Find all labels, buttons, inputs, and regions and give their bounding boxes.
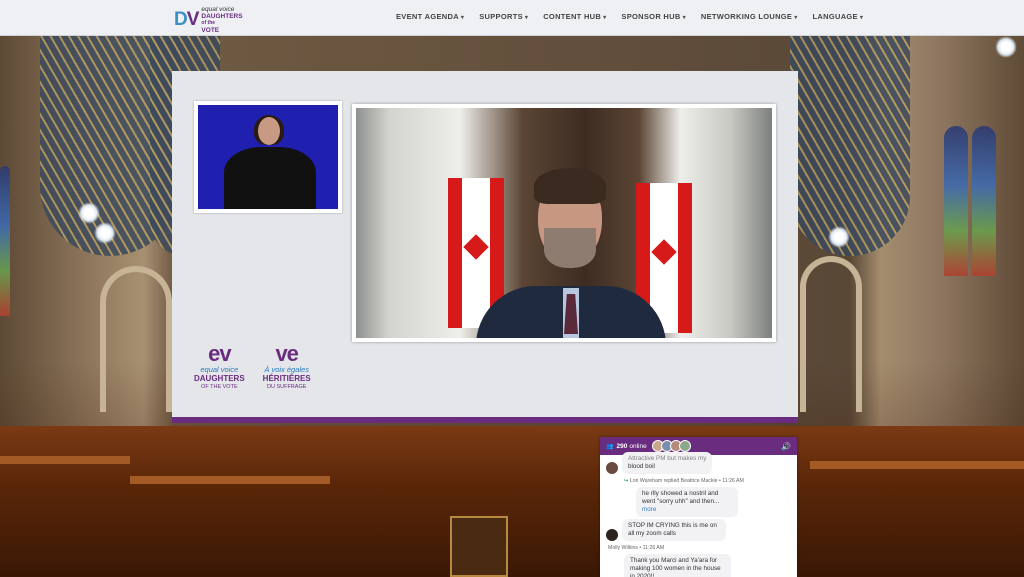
- speaker-beard: [544, 228, 596, 268]
- more-link[interactable]: more: [642, 506, 656, 513]
- avatar: [678, 440, 691, 452]
- bench-rail: [0, 456, 130, 464]
- event-logos: ev equal voice DAUGHTERS OF THE VOTE ve …: [194, 343, 311, 392]
- speakers-chair: [450, 516, 508, 577]
- chevron-down-icon: ▾: [460, 15, 465, 21]
- speaker-hair: [534, 168, 606, 204]
- chat-message: Thank you Marci and Ya'ara for making 10…: [624, 554, 791, 577]
- stone-arch: [800, 256, 862, 412]
- message-meta: Molly Wilkins • 11:26 AM: [608, 545, 665, 551]
- stained-glass-window: [972, 126, 996, 276]
- volume-icon[interactable]: 🔊: [781, 442, 791, 451]
- chevron-down-icon: ▾: [794, 15, 798, 21]
- speaker-video-frame: [356, 108, 772, 338]
- message-bubble: he rlly showed a nostril and went "sorry…: [636, 487, 738, 517]
- daughters-of-the-vote-logo[interactable]: DV equal voice DAUGHTERS of the VOTE: [174, 6, 243, 34]
- online-count: 290: [616, 442, 628, 450]
- asl-video-frame: [198, 105, 338, 209]
- stone-arch: [100, 266, 172, 412]
- chevron-down-icon: ▾: [524, 15, 529, 21]
- online-avatars[interactable]: [651, 440, 691, 452]
- chevron-down-icon: ▾: [603, 15, 607, 21]
- chevron-down-icon: ▾: [859, 15, 864, 21]
- nav-supports[interactable]: SUPPORTS ▾: [479, 12, 528, 21]
- equal-voice-logo-en: ev equal voice DAUGHTERS OF THE VOTE: [194, 341, 245, 391]
- studio-light: [94, 222, 116, 244]
- reply-icon: ↪: [624, 478, 629, 484]
- message-bubble: Attractive PM but makes my blood boil: [622, 452, 713, 474]
- top-navigation-bar: DV equal voice DAUGHTERS of the VOTE EVE…: [0, 0, 1024, 36]
- chevron-down-icon: ▾: [682, 15, 686, 21]
- nav-content-hub[interactable]: CONTENT HUB ▾: [543, 12, 606, 21]
- message-bubble: Thank you Marci and Ya'ara for making 10…: [624, 554, 731, 577]
- nav-sponsor-hub[interactable]: SPONSOR HUB ▾: [621, 12, 685, 21]
- chat-messages[interactable]: Attractive PM but makes my blood boil ↪ L…: [600, 452, 797, 577]
- interpreter-body: [224, 147, 316, 209]
- interpreter-face: [258, 117, 280, 145]
- nav-event-agenda[interactable]: EVENT AGENDA ▾: [396, 12, 464, 21]
- people-icon: 👥: [606, 443, 614, 450]
- stage-accent-bar: [172, 417, 798, 423]
- stained-glass-window: [944, 126, 968, 276]
- bench-rail: [810, 461, 1024, 469]
- logo-mark: DV: [174, 9, 199, 30]
- studio-light: [828, 226, 850, 248]
- studio-light: [78, 202, 100, 224]
- chat-message: Attractive PM but makes my blood boil: [606, 452, 791, 474]
- studio-light: [995, 36, 1017, 58]
- wooden-benches: [0, 426, 1024, 577]
- nav-language[interactable]: LANGUAGE ▾: [813, 12, 864, 21]
- chat-message: STOP IM CRYING this is me on all my zoom…: [606, 519, 791, 541]
- nav-networking-lounge[interactable]: NETWORKING LOUNGE ▾: [701, 12, 798, 21]
- message-bubble: STOP IM CRYING this is me on all my zoom…: [622, 519, 726, 541]
- ceiling-vault-right: [790, 36, 910, 256]
- avatar: [606, 529, 618, 541]
- main-speaker-video[interactable]: [352, 104, 776, 342]
- message-meta: ↪ Lori Wareham replied Beatrice Mackie •…: [624, 478, 744, 484]
- logo-text: equal voice DAUGHTERS of the VOTE: [201, 6, 243, 34]
- bench-rail: [130, 476, 330, 484]
- voix-egales-logo-fr: ve À voix égales HÉRITIÈRES DU SUFFRAGE: [262, 341, 311, 391]
- asl-interpreter-video[interactable]: [194, 101, 342, 213]
- avatar: [606, 462, 618, 474]
- stained-glass-window: [0, 166, 10, 316]
- chat-panel[interactable]: 👥 290 online 🔊 Attractive PM but makes m…: [600, 437, 797, 577]
- main-menu: EVENT AGENDA ▾ SUPPORTS ▾ CONTENT HUB ▾ SPO…: [396, 12, 863, 21]
- online-label: online: [629, 442, 647, 450]
- video-stage: ev equal voice DAUGHTERS OF THE VOTE ve …: [172, 71, 798, 423]
- chat-message: he rlly showed a nostril and went "sorry…: [636, 487, 791, 517]
